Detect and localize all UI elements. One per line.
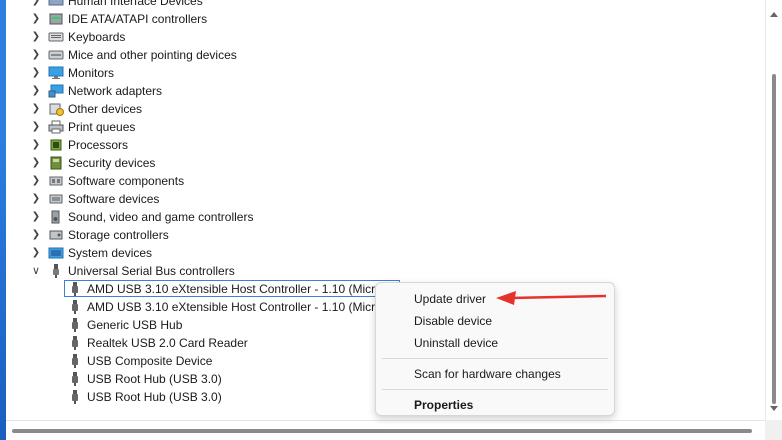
chevron-right-icon[interactable]: ❯ xyxy=(30,0,42,10)
horizontal-scrollbar[interactable] xyxy=(6,420,765,440)
chevron-right-icon[interactable]: ❯ xyxy=(30,82,42,100)
menu-separator xyxy=(382,358,608,359)
chevron-right-icon[interactable]: ❯ xyxy=(30,154,42,172)
usb-device-label: AMD USB 3.10 eXtensible Host Controller … xyxy=(87,300,388,314)
tree-item-label: Print queues xyxy=(68,120,136,134)
tree-item-label: Monitors xyxy=(68,66,115,80)
chevron-right-icon[interactable]: ❯ xyxy=(30,28,42,46)
tree-item-label: Human Interface Devices xyxy=(68,0,203,8)
usb-plug-icon xyxy=(72,372,78,386)
chevron-right-icon[interactable]: ❯ xyxy=(30,226,42,244)
menu-separator xyxy=(382,389,608,390)
usb-plug-icon xyxy=(72,282,78,296)
printer-icon xyxy=(48,120,64,134)
chevron-right-icon[interactable]: ❯ xyxy=(30,136,42,154)
usb-icon xyxy=(53,264,59,278)
tree-item-label: Storage controllers xyxy=(68,228,169,242)
tree-item-label: IDE ATA/ATAPI controllers xyxy=(68,12,208,26)
menu-item-uninstall-device[interactable]: Uninstall device xyxy=(414,334,498,352)
chevron-down-icon[interactable]: ∨ xyxy=(30,262,42,280)
chevron-right-icon[interactable]: ❯ xyxy=(30,190,42,208)
chevron-right-icon[interactable]: ❯ xyxy=(30,118,42,136)
menu-item-scan-hardware[interactable]: Scan for hardware changes xyxy=(414,365,561,383)
usb-device-label: AMD USB 3.10 eXtensible Host Controller … xyxy=(87,282,388,296)
storage-icon xyxy=(49,230,63,240)
usb-device-label: USB Root Hub (USB 3.0) xyxy=(87,390,222,404)
vertical-scrollbar[interactable] xyxy=(765,0,782,420)
tree-item-label: Keyboards xyxy=(68,30,126,44)
menu-item-disable-device[interactable]: Disable device xyxy=(414,312,492,330)
software-device-icon xyxy=(49,194,63,204)
usb-plug-icon xyxy=(72,336,78,350)
tree-item-label: Processors xyxy=(68,138,129,152)
tree-item-label: Software components xyxy=(68,174,185,188)
usb-device-label: Realtek USB 2.0 Card Reader xyxy=(87,336,248,350)
scrollbar-thumb[interactable] xyxy=(772,74,776,404)
other-device-icon xyxy=(49,103,64,116)
tree-item-label: Sound, video and game controllers xyxy=(68,210,254,224)
tree-item-label: Security devices xyxy=(68,156,156,170)
system-icon xyxy=(48,247,64,259)
chevron-right-icon[interactable]: ❯ xyxy=(30,100,42,118)
usb-plug-icon xyxy=(72,354,78,368)
processor-icon xyxy=(50,139,62,151)
chevron-right-icon[interactable]: ❯ xyxy=(30,172,42,190)
chevron-right-icon[interactable]: ❯ xyxy=(30,64,42,82)
speaker-icon xyxy=(51,210,60,224)
usb-device-label: USB Root Hub (USB 3.0) xyxy=(87,372,222,386)
chevron-right-icon[interactable]: ❯ xyxy=(30,208,42,226)
scrollbar-thumb[interactable] xyxy=(12,429,752,433)
chevron-right-icon[interactable]: ❯ xyxy=(30,244,42,262)
software-component-icon xyxy=(49,176,63,186)
tree-item-label: Network adapters xyxy=(68,84,163,98)
chevron-right-icon[interactable]: ❯ xyxy=(30,10,42,28)
usb-plug-icon xyxy=(72,318,78,332)
menu-item-update-driver[interactable]: Update driver xyxy=(414,290,486,308)
network-icon xyxy=(48,84,64,98)
tree-item-label: System devices xyxy=(68,246,153,260)
tree-item-label: Software devices xyxy=(68,192,160,206)
usb-device-label: Generic USB Hub xyxy=(87,318,183,332)
scrollbar-corner xyxy=(765,420,782,440)
tree-item-label: Universal Serial Bus controllers xyxy=(68,264,235,278)
tree-item-label: Mice and other pointing devices xyxy=(68,48,237,62)
tree-item-label: Other devices xyxy=(68,102,143,116)
annotation-arrow-icon xyxy=(496,291,607,305)
usb-plug-icon xyxy=(72,300,78,314)
monitor-icon xyxy=(48,66,64,79)
scroll-up-icon[interactable] xyxy=(770,12,778,17)
ide-icon xyxy=(49,13,63,25)
hid-icon xyxy=(48,0,64,6)
scroll-down-icon[interactable] xyxy=(770,406,778,411)
keyboard-icon xyxy=(48,32,64,42)
security-icon xyxy=(50,156,62,170)
menu-item-properties[interactable]: Properties xyxy=(414,396,473,414)
mouse-icon xyxy=(48,50,64,60)
chevron-right-icon[interactable]: ❯ xyxy=(30,46,42,64)
usb-plug-icon xyxy=(72,390,78,404)
usb-device-label: USB Composite Device xyxy=(87,354,213,368)
